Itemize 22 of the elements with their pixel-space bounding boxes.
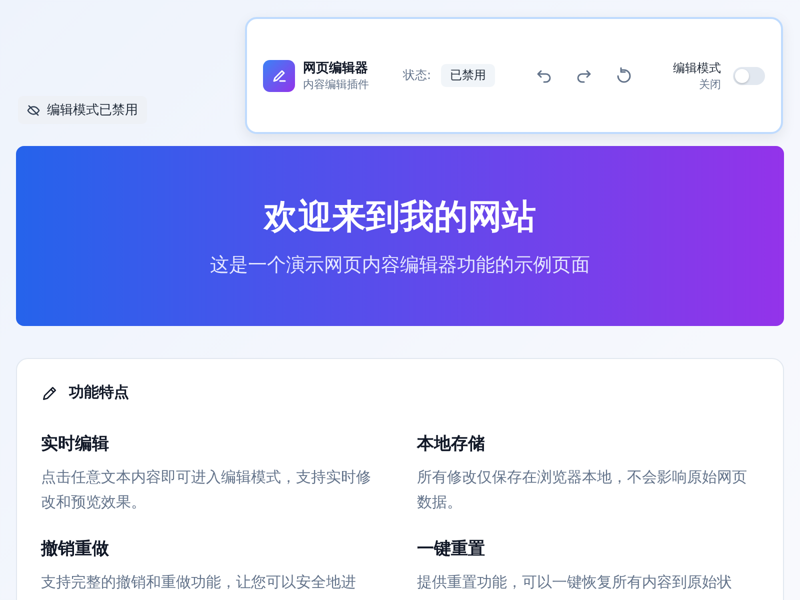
toolbar-title: 网页编辑器	[303, 60, 369, 77]
hero-title: 欢迎来到我的网站	[264, 196, 536, 239]
feature-title: 实时编辑	[41, 433, 110, 455]
status-label: 状态:	[403, 67, 432, 84]
feature-title: 撤销重做	[41, 538, 110, 560]
edit-mode-state: 关闭	[699, 76, 721, 92]
feature-description: 提供重置功能，可以一键恢复所有内容到原始状	[417, 572, 733, 592]
feature-title: 本地存储	[417, 433, 486, 455]
feature-description: 支持完整的撤销和重做功能，让您可以安全地进	[41, 572, 357, 592]
feature-title: 一键重置	[417, 538, 486, 560]
reset-icon[interactable]	[615, 66, 634, 84]
hero-subtitle: 这是一个演示网页内容编辑器功能的示例页面	[210, 253, 590, 278]
pen-logo-icon	[263, 60, 295, 92]
status-badge: 已禁用	[441, 64, 496, 87]
mode-badge: 编辑模式已禁用	[18, 96, 147, 124]
feature-description: 所有修改仅保存在浏览器本地，不会影响原始网页数据。	[417, 467, 748, 513]
feature-description: 点击任意文本内容即可进入编辑模式，支持实时修改和预览效果。	[41, 467, 372, 513]
toolbar-subtitle: 内容编辑插件	[303, 77, 369, 92]
features-title: 功能特点	[69, 383, 129, 402]
edit-mode-toggle[interactable]	[733, 66, 765, 84]
eye-off-icon	[27, 104, 40, 116]
edit-mode-label: 编辑模式	[673, 60, 721, 76]
